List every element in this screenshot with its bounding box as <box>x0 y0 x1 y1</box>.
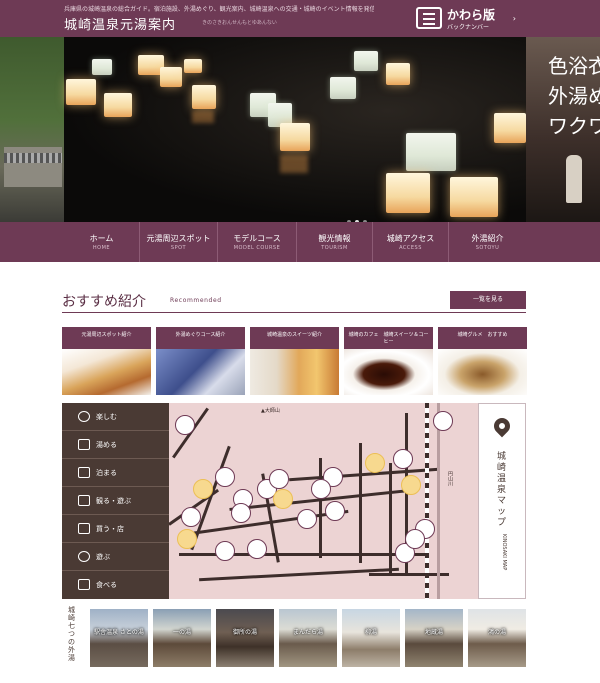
slider-dots[interactable] <box>347 209 371 222</box>
card-image <box>250 349 339 395</box>
card-image <box>156 349 245 395</box>
recommend-title-en: Recommended <box>170 297 222 304</box>
map-pin[interactable] <box>311 479 331 499</box>
area-map: 楽しむ 湯める 泊まる 観る・遊ぶ 買う・店 遊ぶ 食べる ▲大師山 円山川 城… <box>62 403 526 599</box>
backnumber-title: かわら版 <box>447 8 496 22</box>
recommend-card[interactable]: 外湯めぐりコース紹介 <box>156 327 245 395</box>
map-label-river: 円山川 <box>447 471 453 486</box>
newspaper-icon <box>416 7 442 29</box>
map-pin-smile[interactable] <box>193 479 213 499</box>
card-label: 外湯めぐりコース紹介 <box>156 327 245 349</box>
map-label-mountain: ▲大師山 <box>261 408 280 414</box>
map-title: 城崎温泉マップ <box>497 452 507 528</box>
bath-item[interactable]: 一の湯 <box>153 609 211 667</box>
map-pin-smile[interactable] <box>365 453 385 473</box>
map-menu-enjoy[interactable]: 楽しむ <box>62 403 169 431</box>
card-label: 城崎温泉のスイーツ紹介 <box>250 327 339 349</box>
nav-access[interactable]: 城崎アクセス ACCESS <box>372 222 448 262</box>
shop-icon <box>78 523 90 534</box>
food-icon <box>78 579 90 590</box>
card-label: 城崎のカフェ 城崎スイーツ＆コーヒー <box>344 327 433 349</box>
map-pin[interactable] <box>433 411 453 431</box>
bath-photo <box>405 609 463 667</box>
hero-slider[interactable]: 色浴衣 外湯め ワクワ <box>0 37 600 222</box>
smile-icon <box>78 411 90 422</box>
site-header: 兵庫県の城崎温泉の総合ガイド。宿泊施設、外湯めぐり、観光案内、城崎温泉への交通・… <box>0 0 600 37</box>
nav-home[interactable]: ホーム HOME <box>64 222 139 262</box>
bath-photo <box>216 609 274 667</box>
bath-photo <box>468 609 526 667</box>
recommend-card[interactable]: 城崎温泉のスイーツ紹介 <box>250 327 339 395</box>
bath-photo <box>279 609 337 667</box>
recommend-card[interactable]: 城崎グルメ おすすめ <box>438 327 527 395</box>
bath-item[interactable]: まんだら湯 <box>279 609 337 667</box>
nav-spot[interactable]: 元湯周辺スポット SPOT <box>139 222 217 262</box>
bath-photo <box>90 609 148 667</box>
map-pin[interactable] <box>175 415 195 435</box>
site-title[interactable]: 城崎温泉元湯案内 <box>64 14 176 33</box>
hero-image-lanterns <box>64 37 526 222</box>
map-pin[interactable] <box>297 509 317 529</box>
map-pin-icon <box>490 414 514 438</box>
map-menu-shop[interactable]: 買う・店 <box>62 515 169 543</box>
site-subtitle: きのさきおんせんもとゆあんない <box>202 20 277 26</box>
map-menu-bath[interactable]: 湯める <box>62 431 169 459</box>
map-pin[interactable] <box>215 467 235 487</box>
map-pin[interactable] <box>181 507 201 527</box>
backnumber-subtitle: バックナンバー <box>447 24 490 31</box>
site-tagline: 兵庫県の城崎温泉の総合ガイド。宿泊施設、外湯めぐり、観光案内、城崎温泉への交通・… <box>64 6 374 13</box>
map-pin[interactable] <box>247 539 267 559</box>
bath-item[interactable]: 柳湯 <box>342 609 400 667</box>
bed-icon <box>78 467 90 478</box>
map-pin[interactable] <box>231 503 251 523</box>
bath-item[interactable]: 駅舎温泉 さとの湯 <box>90 609 148 667</box>
map-menu-sightseeing[interactable]: 観る・遊ぶ <box>62 487 169 515</box>
bath-photo <box>153 609 211 667</box>
bath-item[interactable]: 御所の湯 <box>216 609 274 667</box>
hero-next-slide[interactable]: 色浴衣 外湯め ワクワ <box>526 37 600 222</box>
nav-sotoyu[interactable]: 外湯紹介 SOTOYU <box>448 222 526 262</box>
card-image <box>62 349 151 395</box>
nav-tourism[interactable]: 観光情報 TOURISM <box>296 222 372 262</box>
nav-model-course[interactable]: モデルコース MODEL COURSE <box>217 222 296 262</box>
card-label: 城崎グルメ おすすめ <box>438 327 527 349</box>
recommend-card[interactable]: 城崎のカフェ 城崎スイーツ＆コーヒー <box>344 327 433 395</box>
map-pin[interactable] <box>393 449 413 469</box>
recommend-card[interactable]: 元湯周辺スポット紹介 <box>62 327 151 395</box>
onsen-icon <box>78 439 90 450</box>
map-menu-play[interactable]: 遊ぶ <box>62 543 169 571</box>
hero-copy: 色浴衣 外湯め ワクワ <box>548 54 600 138</box>
card-image <box>344 349 433 395</box>
map-pin[interactable] <box>325 501 345 521</box>
backnumber-link[interactable]: かわら版 バックナンバー › <box>416 6 518 32</box>
card-label: 元湯周辺スポット紹介 <box>62 327 151 349</box>
map-category-menu: 楽しむ 湯める 泊まる 観る・遊ぶ 買う・店 遊ぶ 食べる <box>62 403 169 599</box>
main-nav: ホーム HOME 元湯周辺スポット SPOT モデルコース MODEL COURSE … <box>0 222 600 262</box>
bath-item[interactable]: 鴻の湯 <box>468 609 526 667</box>
view-all-button[interactable]: 一覧を見る <box>450 291 526 309</box>
map-pin-smile[interactable] <box>401 475 421 495</box>
map-pin[interactable] <box>269 469 289 489</box>
hero-prev-slide[interactable] <box>0 37 64 222</box>
map-subtitle: KINOSAKI MAP <box>501 534 507 571</box>
map-title-panel: 城崎温泉マップ KINOSAKI MAP <box>478 403 526 599</box>
map-menu-eat[interactable]: 食べる <box>62 571 169 599</box>
map-pin[interactable] <box>215 541 235 561</box>
card-image <box>438 349 527 395</box>
bath-photo <box>342 609 400 667</box>
bath-item[interactable]: 地蔵湯 <box>405 609 463 667</box>
map-canvas[interactable]: ▲大師山 円山川 <box>169 403 478 599</box>
recommend-title: おすすめ紹介 <box>62 294 146 310</box>
binoculars-icon <box>78 551 90 562</box>
chevron-right-icon: › <box>512 14 516 23</box>
map-pin[interactable] <box>405 529 425 549</box>
baths-heading: 城崎七つの外湯 <box>68 606 75 662</box>
camera-icon <box>78 495 90 506</box>
map-pin-smile[interactable] <box>177 529 197 549</box>
map-pin-smile[interactable] <box>273 489 293 509</box>
map-menu-stay[interactable]: 泊まる <box>62 459 169 487</box>
